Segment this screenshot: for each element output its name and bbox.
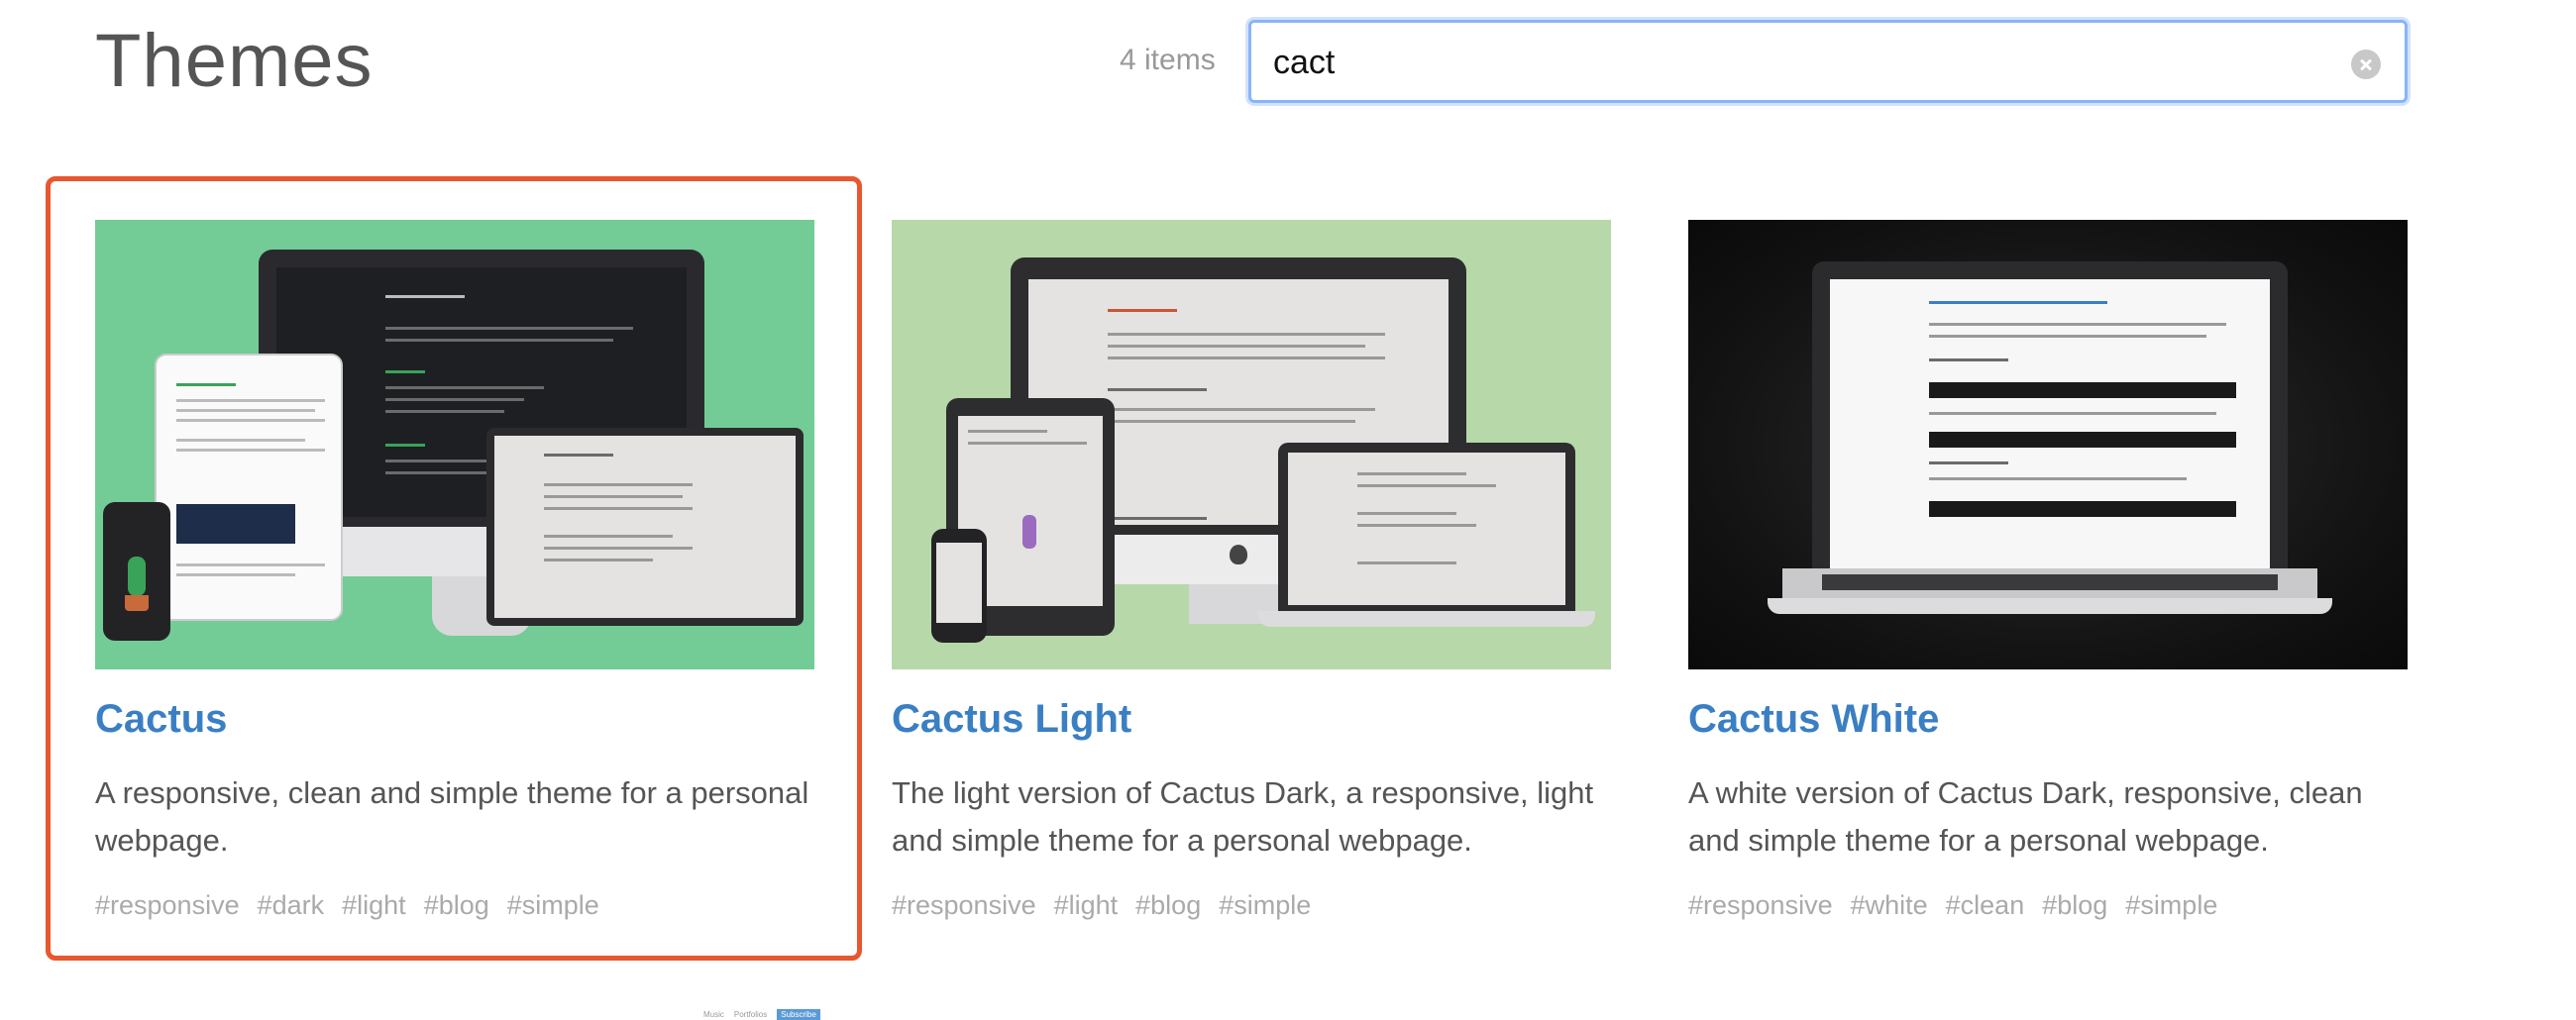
tag[interactable]: #blog [2042, 890, 2107, 920]
theme-description: The light version of Cactus Dark, a resp… [892, 775, 1594, 858]
tag[interactable]: #simple [507, 890, 599, 920]
theme-tags: #responsive #light #blog #simple [892, 890, 1611, 921]
theme-tags: #responsive #dark #light #blog #simple [95, 890, 814, 921]
laptop-mockup [1812, 261, 2288, 568]
theme-thumbnail[interactable] [892, 220, 1611, 669]
phone-mockup [931, 529, 987, 643]
theme-title[interactable]: Cactus White [1688, 697, 2408, 742]
preview-link: Portfolios [733, 1010, 768, 1019]
laptop-mockup [1278, 443, 1575, 611]
preview-link: Music [703, 1010, 724, 1019]
next-card-preview-links: Music Portfolios Subscribe [703, 1009, 830, 1020]
item-count: 4 items [1120, 44, 1216, 76]
theme-tags: #responsive #white #clean #blog #simple [1688, 890, 2408, 921]
tag[interactable]: #responsive [1688, 890, 1833, 920]
theme-description: A white version of Cactus Dark, responsi… [1688, 775, 2363, 858]
theme-card-cactus[interactable]: Cactus A responsive, clean and simple th… [95, 220, 814, 921]
page-title: Themes [95, 19, 374, 103]
tag[interactable]: #light [1054, 890, 1119, 920]
search-input[interactable] [1273, 41, 2313, 84]
theme-card-cactus-light[interactable]: Cactus Light The light version of Cactus… [892, 220, 1611, 921]
tag[interactable]: #blog [424, 890, 489, 920]
theme-thumbnail[interactable] [1688, 220, 2408, 669]
tag[interactable]: #simple [2125, 890, 2217, 920]
tag[interactable]: #responsive [892, 890, 1036, 920]
theme-thumbnail[interactable] [95, 220, 814, 669]
clear-search-icon[interactable] [2351, 50, 2381, 79]
tag[interactable]: #light [342, 890, 406, 920]
tag[interactable]: #clean [1946, 890, 2025, 920]
search-box[interactable] [1248, 20, 2408, 103]
phone-mockup [103, 502, 170, 641]
laptop-mockup [486, 428, 804, 626]
tag[interactable]: #responsive [95, 890, 240, 920]
theme-title[interactable]: Cactus [95, 697, 814, 742]
preview-subscribe: Subscribe [777, 1009, 820, 1020]
tablet-mockup [155, 354, 343, 621]
theme-description: A responsive, clean and simple theme for… [95, 775, 809, 858]
tag[interactable]: #simple [1219, 890, 1311, 920]
tag[interactable]: #white [1851, 890, 1928, 920]
tag[interactable]: #blog [1135, 890, 1201, 920]
theme-title[interactable]: Cactus Light [892, 697, 1611, 742]
tag[interactable]: #dark [258, 890, 325, 920]
theme-card-cactus-white[interactable]: Cactus White A white version of Cactus D… [1688, 220, 2408, 921]
